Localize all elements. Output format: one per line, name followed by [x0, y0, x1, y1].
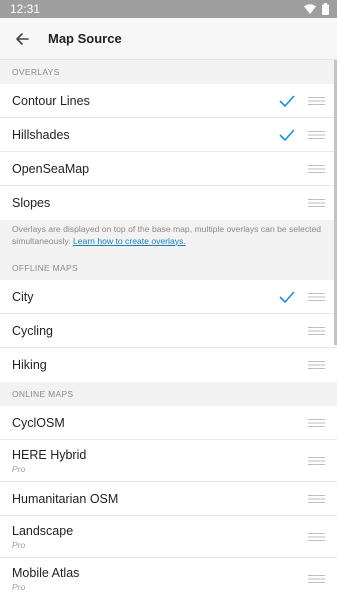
list-item-cyclosm[interactable]: CyclOSM: [0, 406, 337, 441]
check-icon: [279, 291, 295, 303]
list-item-label: Mobile Atlas: [12, 566, 80, 581]
list-item-label: Hiking: [12, 358, 47, 373]
pro-badge: Pro: [12, 463, 26, 474]
drag-handle-icon[interactable]: [308, 456, 325, 465]
list-item-openseamap[interactable]: OpenSeaMap: [0, 152, 337, 186]
list-item-label: Contour Lines: [12, 93, 90, 108]
drag-handle-icon[interactable]: [308, 96, 325, 105]
overlays-note: Overlays are displayed on top of the bas…: [0, 220, 337, 257]
list-item-label: Cycling: [12, 323, 53, 338]
list-item-hillshades[interactable]: Hillshades: [0, 118, 337, 152]
list-item-label: Hillshades: [12, 127, 70, 142]
back-button[interactable]: [0, 18, 44, 60]
battery-icon: [322, 3, 329, 15]
drag-handle-icon[interactable]: [308, 164, 325, 173]
section-header-online-maps: ONLINE MAPS: [0, 382, 337, 407]
list-item-text: Mobile Atlas Pro: [12, 566, 79, 592]
status-time: 12:31: [10, 2, 41, 16]
status-bar: 12:31: [0, 0, 337, 18]
content[interactable]: OVERLAYS Contour Lines Hillshades OpenSe…: [0, 60, 337, 600]
list-item-humanitarian-osm[interactable]: Humanitarian OSM: [0, 482, 337, 517]
status-icons: [304, 3, 329, 15]
section-header-offline-maps: OFFLINE MAPS: [0, 256, 337, 281]
list-item-label: HERE Hybrid: [12, 447, 87, 462]
check-icon: [279, 94, 295, 107]
drag-handle-icon[interactable]: [308, 494, 325, 503]
overlays-list: Contour Lines Hillshades OpenSeaMap Slop…: [0, 84, 337, 220]
drag-handle-icon[interactable]: [308, 292, 325, 301]
list-item-label: City: [12, 289, 34, 304]
wifi-icon: [304, 4, 316, 14]
drag-handle-icon[interactable]: [308, 130, 325, 139]
list-item-label: Slopes: [12, 196, 51, 210]
drag-handle-icon[interactable]: [308, 532, 325, 541]
arrow-back-icon: [16, 32, 29, 45]
learn-overlays-link[interactable]: Learn how to create overlays.: [73, 236, 186, 246]
list-item-city[interactable]: City: [0, 280, 337, 315]
drag-handle-icon[interactable]: [308, 575, 325, 584]
pro-badge: Pro: [12, 539, 26, 550]
list-item-text: HERE Hybrid Pro: [12, 448, 86, 474]
app-bar: Map Source: [0, 18, 337, 60]
drag-handle-icon[interactable]: [308, 199, 325, 207]
list-item-contour-lines[interactable]: Contour Lines: [0, 84, 337, 118]
section-header-overlays: OVERLAYS: [0, 60, 337, 84]
list-item-mobile-atlas[interactable]: Mobile Atlas Pro: [0, 558, 337, 600]
list-item-landscape[interactable]: Landscape Pro: [0, 516, 337, 559]
pro-badge: Pro: [12, 582, 26, 593]
list-item-slopes[interactable]: Slopes: [0, 186, 337, 220]
drag-handle-icon[interactable]: [308, 326, 325, 335]
list-item-hiking[interactable]: Hiking: [0, 348, 337, 383]
check-icon: [279, 128, 295, 141]
list-item-text: Landscape Pro: [12, 524, 73, 550]
list-item-cycling[interactable]: Cycling: [0, 314, 337, 349]
offline-maps-list: City Cycling Hiking: [0, 280, 337, 383]
page-title: Map Source: [48, 31, 122, 46]
list-item-label: Landscape: [12, 523, 74, 538]
list-item-here-hybrid[interactable]: HERE Hybrid Pro: [0, 440, 337, 483]
list-item-label: OpenSeaMap: [12, 161, 90, 176]
online-maps-list: CyclOSM HERE Hybrid Pro Humanitarian OSM…: [0, 406, 337, 600]
list-item-label: CyclOSM: [12, 415, 65, 430]
list-item-label: Humanitarian OSM: [12, 491, 119, 506]
drag-handle-icon[interactable]: [308, 361, 325, 370]
drag-handle-icon[interactable]: [308, 418, 325, 427]
